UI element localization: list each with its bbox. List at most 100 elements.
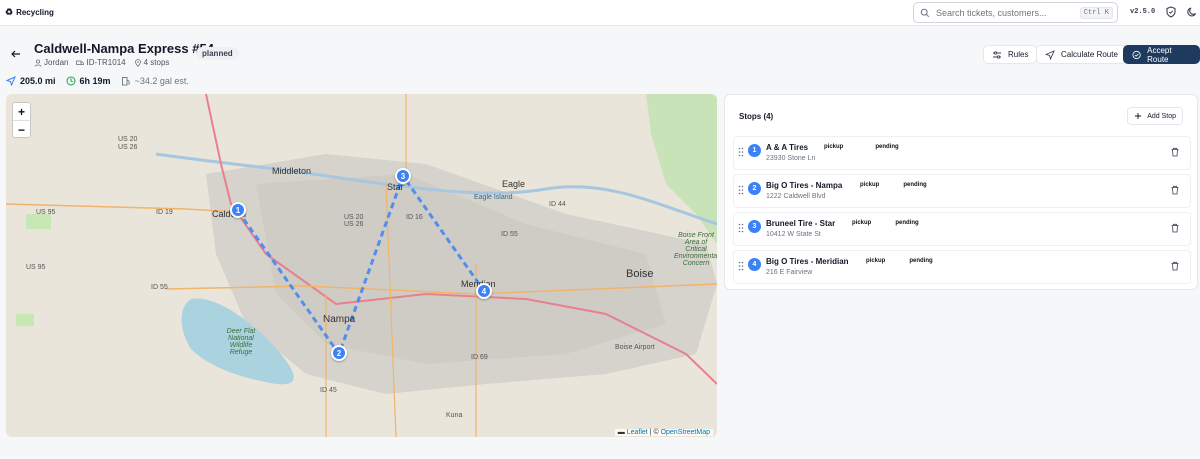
stop-address: 23930 Stone Ln [766,155,816,162]
city-label: Nampa [323,314,356,325]
stop-number: 2 [748,182,761,195]
stop-status-tag: pending [904,257,938,265]
ukraine-flag-icon: ▬ [617,429,625,436]
check-circle-icon [1132,50,1141,59]
highway-label: US 20 [118,136,138,143]
route-meta: Jordan ID-TR1014 4 stops [34,58,169,67]
accept-route-button[interactable]: Accept Route [1123,45,1200,64]
map-tiles [6,94,717,437]
stop-type-tag: pickup [855,181,885,189]
rules-label: Rules [1008,50,1029,59]
trash-icon[interactable] [1170,223,1180,233]
highway-label: ID 55 [151,284,168,291]
stop-number: 4 [748,258,761,271]
add-stop-label: Add Stop [1147,112,1176,120]
stop-type-tag: pickup [819,143,849,151]
map-marker[interactable]: 1 [230,202,246,218]
stops-count: 4 stops [143,58,170,67]
user-icon [34,58,42,67]
stop-item[interactable]: 4 Big O Tires - Meridian pickup pending 2… [733,250,1191,284]
leaflet-link[interactable]: Leaflet [627,429,648,436]
distance-value: 205.0 mi [20,76,56,86]
drag-handle-icon[interactable] [738,185,744,195]
drag-handle-icon[interactable] [738,261,744,271]
highway-label: ID 69 [471,354,488,361]
zoom-control: + − [12,102,31,138]
moon-icon[interactable] [1186,6,1198,18]
map-marker[interactable]: 2 [331,345,347,361]
stop-name: Big O Tires - Meridian [766,257,849,266]
city-label: Eagle Island [474,194,513,201]
osm-link[interactable]: OpenStreetMap [661,429,710,436]
city-label: Middleton [272,166,312,176]
city-label: Boise Airport [615,344,655,351]
app-brand[interactable]: ♻ Recycling [5,7,54,18]
search-box[interactable]: Ctrl K [913,2,1118,23]
rules-button[interactable]: Rules [983,45,1038,64]
shield-icon[interactable] [1165,6,1177,18]
stop-number: 3 [748,220,761,233]
navigation-icon [6,76,16,86]
drag-handle-icon[interactable] [738,223,744,233]
route-map[interactable]: Middleton Caldwell Star Eagle Eagle Isla… [6,94,717,437]
search-input[interactable] [936,7,1086,18]
city-label: Boise [626,268,654,280]
trash-icon[interactable] [1170,261,1180,271]
calculate-route-button[interactable]: Calculate Route [1036,45,1127,64]
stop-name: Bruneel Tire - Star [766,219,836,228]
fuel-estimate: ~34.2 gal est. [134,76,189,86]
truck-icon [76,60,85,65]
highway-label: ID 45 [320,387,337,394]
city-label: Boise Front Area of Critical Environment… [674,232,717,267]
map-pin-icon [134,58,141,67]
stop-item[interactable]: 1 A & A Tires pickup pending 23930 Stone … [733,136,1191,170]
back-arrow-icon[interactable] [10,48,22,60]
version-label: v2.5.0 [1130,8,1156,16]
zoom-in-button[interactable]: + [13,103,30,121]
top-bar: ♻ Recycling Ctrl K v2.5.0 [0,0,1200,26]
trash-icon[interactable] [1170,147,1180,157]
map-marker[interactable]: 3 [395,168,411,184]
stop-number: 1 [748,144,761,157]
calculate-route-label: Calculate Route [1061,50,1118,59]
route-stats: 205.0 mi 6h 19m ~34.2 gal est. [6,76,189,86]
driver-name: Jordan [44,58,69,67]
stops-title: Stops (4) [739,112,774,121]
duration-value: 6h 19m [79,76,111,86]
highway-label: ID 16 [406,214,423,221]
stop-item[interactable]: 2 Big O Tires - Nampa pickup pending 1222… [733,174,1191,208]
highway-label: US 95 [26,264,46,271]
attribution-separator: | © [647,429,661,436]
stop-status-tag: pending [890,219,924,227]
accept-route-label: Accept Route [1147,45,1172,64]
plus-icon [1135,113,1142,119]
stop-name: A & A Tires [766,143,809,152]
city-label: Deer Flat National Wildlife Refuge [226,328,256,356]
navigation-icon [1045,49,1055,60]
stop-address: 1222 Caldwell Blvd [766,193,826,200]
highway-label: ID 55 [501,231,518,238]
clock-icon [66,76,76,86]
drag-handle-icon[interactable] [738,147,744,157]
city-label: Kuna [446,412,463,419]
search-icon [920,8,930,17]
map-attribution: ▬ Leaflet | © OpenStreetMap [614,429,713,436]
fuel-icon [121,77,130,86]
add-stop-button[interactable]: Add Stop [1127,107,1183,125]
truck-id: ID-TR1014 [86,58,126,67]
stop-name: Big O Tires - Nampa [766,181,843,190]
stop-item[interactable]: 3 Bruneel Tire - Star pickup pending 1041… [733,212,1191,246]
highway-label: ID 19 [156,209,173,216]
highway-label: US 95 [36,209,56,216]
stop-type-tag: pickup [861,257,891,265]
zoom-out-button[interactable]: − [13,121,30,139]
stop-type-tag: pickup [847,219,877,227]
app-name: Recycling [16,8,54,17]
stop-address: 10412 W State St [766,231,821,238]
map-marker[interactable]: 4 [476,283,492,299]
status-badge: planned [196,47,239,60]
recycle-icon: ♻ [5,7,14,17]
trash-icon[interactable] [1170,185,1180,195]
stop-address: 216 E Fairview [766,269,813,276]
page-title: Caldwell-Nampa Express #54 [34,41,214,56]
